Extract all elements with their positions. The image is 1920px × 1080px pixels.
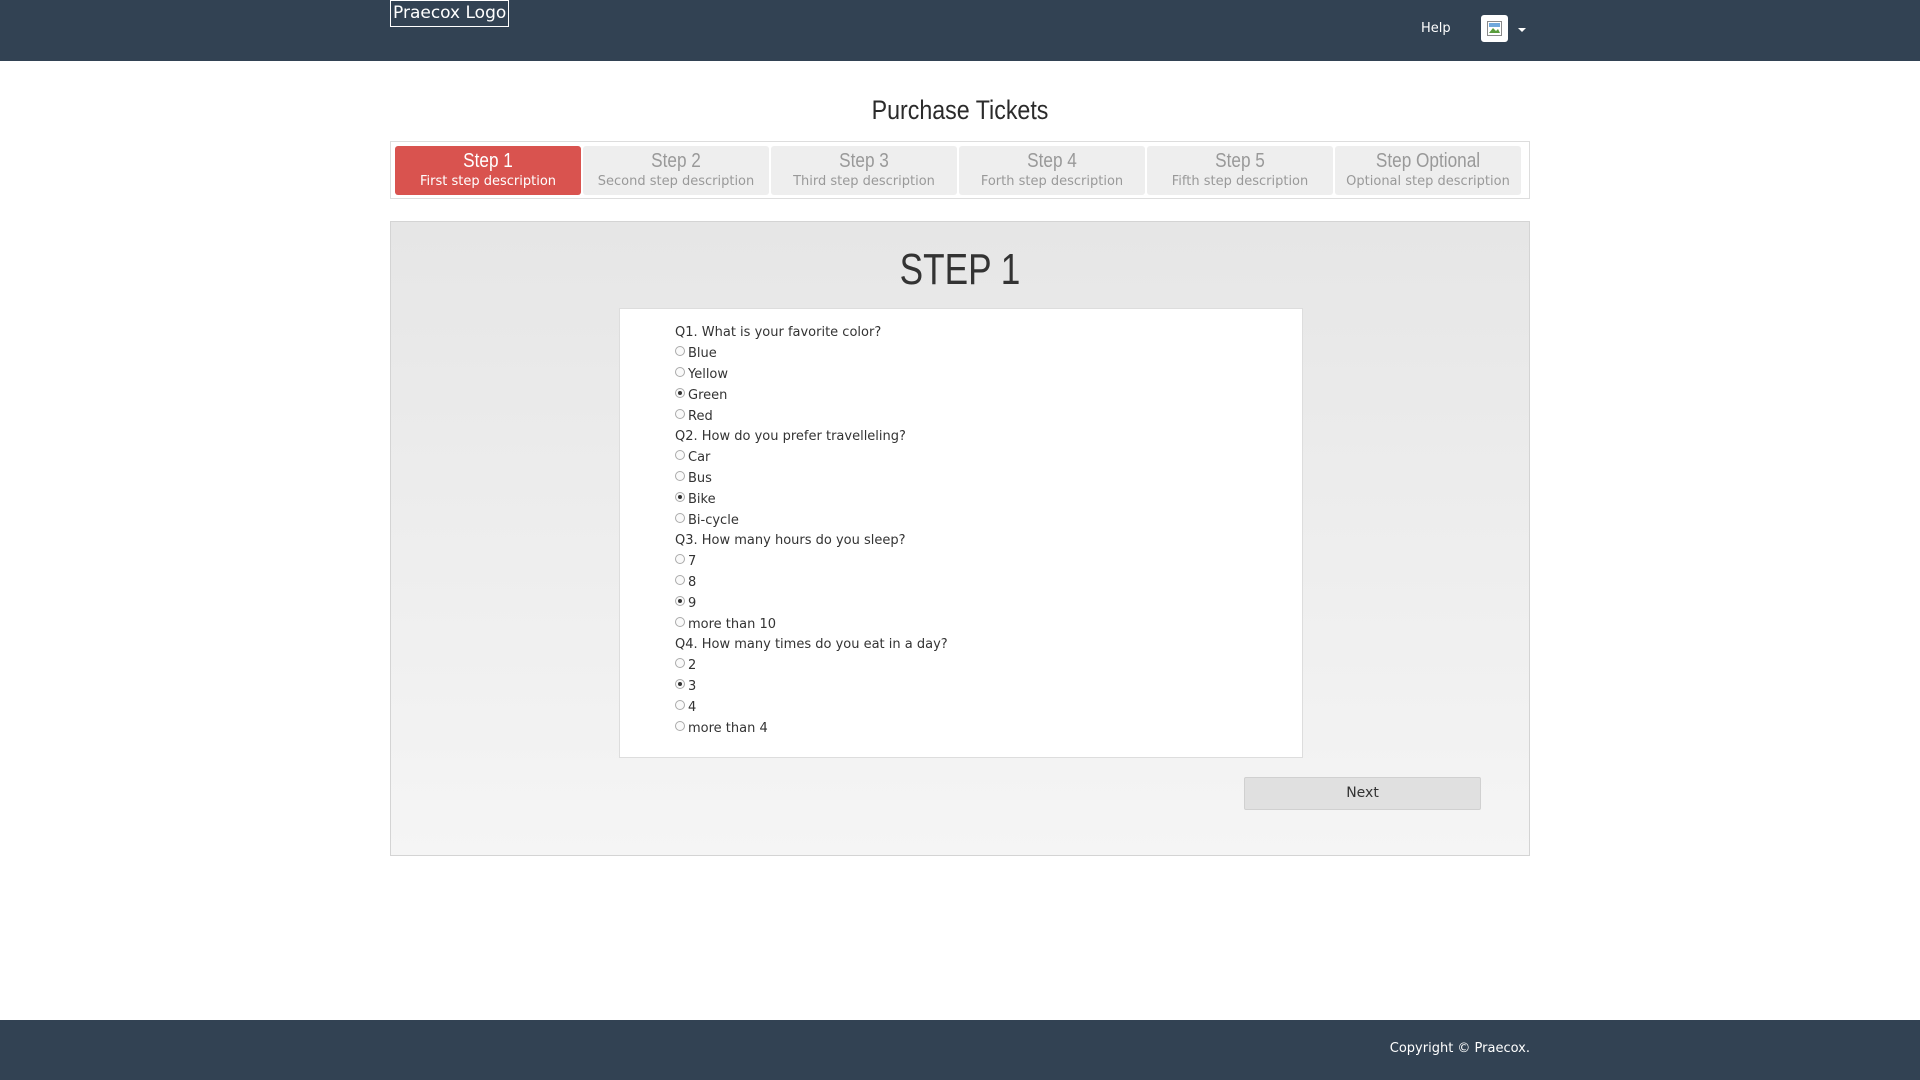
radio-option[interactable]: 3 (675, 676, 948, 697)
step-tab-5[interactable]: Step 5 Fifth step description (1147, 146, 1333, 195)
step-tab-optional[interactable]: Step Optional Optional step description (1335, 146, 1521, 195)
radio-option[interactable]: 2 (675, 655, 948, 676)
copyright-text: Copyright © Praecox. (1389, 1041, 1530, 1056)
radio-option[interactable]: Car (675, 447, 948, 468)
next-button[interactable]: Next (1244, 777, 1481, 810)
step-description: Optional step description (1346, 174, 1510, 189)
question-label: Q3. How many hours do you sleep? (675, 533, 906, 548)
radio-option[interactable]: 8 (675, 572, 948, 593)
step-progress-bar: Step 1 First step description Step 2 Sec… (390, 141, 1530, 199)
radio-button[interactable] (675, 679, 685, 689)
radio-option-label: Bi-cycle (688, 513, 739, 528)
radio-button[interactable] (675, 367, 685, 377)
radio-option[interactable]: Blue (675, 343, 948, 364)
radio-option-label: more than 4 (688, 721, 768, 736)
step-tab-4[interactable]: Step 4 Forth step description (959, 146, 1145, 195)
radio-option-label: Green (688, 388, 728, 403)
radio-option-label: 3 (688, 679, 697, 694)
step-description: Fifth step description (1171, 174, 1309, 189)
question-label: Q4. How many times do you eat in a day? (675, 637, 948, 652)
radio-button[interactable] (675, 700, 685, 710)
radio-option[interactable]: more than 4 (675, 718, 948, 739)
step-description: First step description (419, 174, 557, 189)
radio-option[interactable]: Red (675, 406, 948, 427)
questionnaire-form: Q1. What is your favorite color? Blue Yell… (619, 308, 1303, 758)
step-heading: STEP 1 (899, 245, 1021, 294)
radio-option-label: 9 (688, 596, 697, 611)
step-panel: STEP 1 Q1. What is your favorite color? B… (390, 221, 1530, 856)
radio-button[interactable] (675, 471, 685, 481)
radio-option-label: more than 10 (688, 617, 777, 632)
step-title: Step 3 (839, 150, 889, 172)
step-title: Step 4 (1027, 150, 1077, 172)
step-description: Second step description (597, 174, 755, 189)
page-title: Purchase Tickets (871, 95, 1049, 125)
step-title: Step 2 (651, 150, 701, 172)
step-title: Step 1 (463, 150, 513, 172)
radio-button[interactable] (675, 554, 685, 564)
radio-button[interactable] (675, 346, 685, 356)
radio-option-label: 8 (688, 575, 697, 590)
step-tab-2[interactable]: Step 2 Second step description (583, 146, 769, 195)
radio-button[interactable] (675, 450, 685, 460)
radio-option[interactable]: more than 10 (675, 614, 948, 635)
radio-option-label: 2 (688, 658, 697, 673)
radio-option[interactable]: Yellow (675, 364, 948, 385)
radio-option[interactable]: Bike (675, 489, 948, 510)
radio-button[interactable] (675, 617, 685, 627)
radio-button[interactable] (675, 409, 685, 419)
radio-button[interactable] (675, 575, 685, 585)
radio-option-label: Car (688, 450, 711, 465)
radio-button[interactable] (675, 658, 685, 668)
radio-option[interactable]: Bus (675, 468, 948, 489)
radio-option-label: 4 (688, 700, 697, 715)
question-label: Q2. How do you prefer travelleling? (675, 429, 906, 444)
radio-option-label: 7 (688, 554, 697, 569)
radio-button[interactable] (675, 492, 685, 502)
radio-option-label: Bus (688, 471, 712, 486)
question-label: Q1. What is your favorite color? (675, 325, 882, 340)
step-title: Step Optional (1375, 150, 1481, 172)
radio-option[interactable]: Green (675, 385, 948, 406)
step-description: Forth step description (980, 174, 1124, 189)
radio-option[interactable]: 9 (675, 593, 948, 614)
radio-option-label: Red (688, 409, 713, 424)
step-tab-1[interactable]: Step 1 First step description (395, 146, 581, 195)
step-tab-3[interactable]: Step 3 Third step description (771, 146, 957, 195)
radio-option-label: Bike (688, 492, 716, 507)
radio-option[interactable]: Bi-cycle (675, 510, 948, 531)
radio-option[interactable]: 7 (675, 551, 948, 572)
footer: Copyright © Praecox. (0, 1020, 1920, 1080)
radio-button[interactable] (675, 596, 685, 606)
radio-button[interactable] (675, 388, 685, 398)
step-title: Step 5 (1215, 150, 1265, 172)
radio-option-label: Blue (688, 346, 717, 361)
top-navbar: Praecox Logo Help (0, 0, 1920, 61)
help-link[interactable]: Help (1421, 20, 1451, 38)
broken-image-icon (1487, 21, 1502, 36)
radio-option[interactable]: 4 (675, 697, 948, 718)
question-list: Q1. What is your favorite color? Blue Yell… (675, 323, 948, 739)
site-logo[interactable]: Praecox Logo (390, 0, 510, 27)
user-menu-caret-icon[interactable] (1518, 28, 1526, 32)
step-description: Third step description (793, 174, 935, 189)
radio-button[interactable] (675, 721, 685, 731)
radio-button[interactable] (675, 513, 685, 523)
radio-option-label: Yellow (688, 367, 729, 382)
user-avatar-button[interactable] (1481, 15, 1508, 42)
